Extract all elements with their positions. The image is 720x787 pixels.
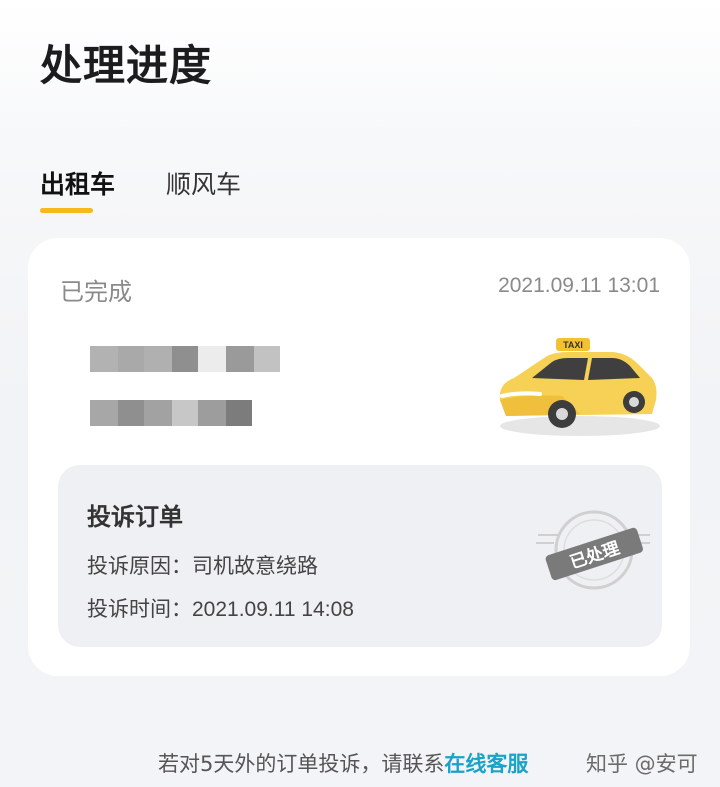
footer-prefix: 若对5天外的订单投诉，请联系 — [158, 752, 445, 776]
footer-note: 若对5天外的订单投诉，请联系在线客服 — [158, 748, 528, 778]
tab-taxi[interactable]: 出租车 — [40, 165, 115, 201]
taxi-icon: TAXI — [499, 338, 660, 436]
complaint-time-value: 2021.09.11 14:08 — [192, 598, 354, 621]
online-service-link[interactable]: 在线客服 — [444, 752, 528, 776]
page-title: 处理进度 — [40, 41, 213, 90]
redacted-route-origin — [90, 346, 280, 372]
order-card[interactable]: 已完成 2021.09.11 13:01 TAXI 投诉订单 投诉原因：司机故意… — [28, 238, 690, 676]
complaint-time-label: 投诉时间： — [87, 597, 192, 621]
complaint-reason: 投诉原因：司机故意绕路 — [87, 550, 318, 580]
redacted-route-destination — [90, 400, 252, 426]
processed-stamp-icon: 已处理 — [536, 510, 650, 590]
tab-carpool[interactable]: 顺风车 — [166, 165, 241, 201]
active-tab-indicator — [40, 208, 93, 213]
complaint-reason-value: 司机故意绕路 — [192, 554, 318, 578]
complaint-title: 投诉订单 — [87, 503, 183, 531]
order-status: 已完成 — [60, 278, 132, 306]
taxi-sign: TAXI — [563, 340, 583, 350]
watermark: 知乎 @安可 — [586, 752, 698, 776]
complaint-reason-label: 投诉原因： — [87, 554, 192, 578]
complaint-panel: 投诉订单 投诉原因：司机故意绕路 投诉时间：2021.09.11 14:08 已… — [58, 465, 662, 647]
order-timestamp: 2021.09.11 13:01 — [498, 274, 660, 297]
complaint-time: 投诉时间：2021.09.11 14:08 — [87, 593, 354, 623]
